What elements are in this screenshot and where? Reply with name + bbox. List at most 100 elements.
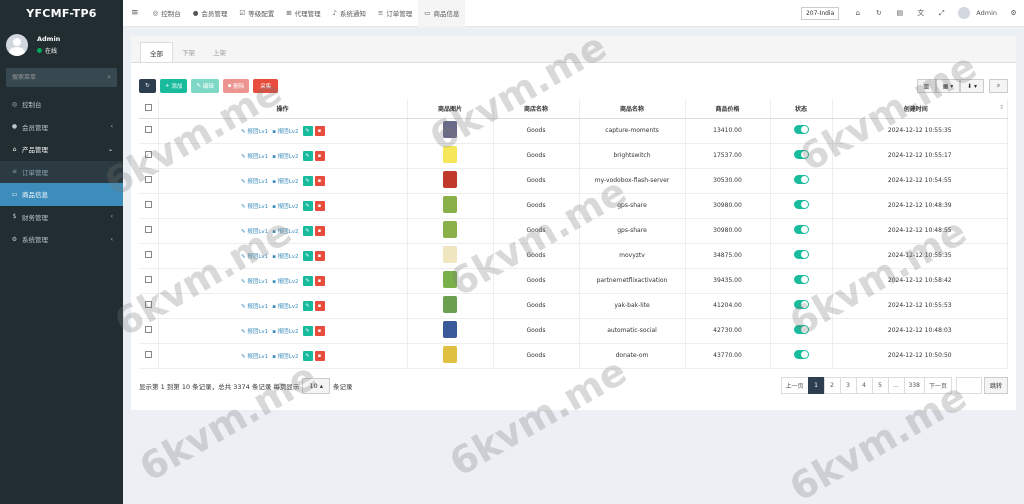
sidebar-item-3[interactable]: ≡ 订单管理: [0, 160, 123, 183]
status-toggle[interactable]: [793, 275, 809, 284]
op-lv1-link[interactable]: ✎ 报团Lv1: [241, 327, 268, 335]
edit-row-icon[interactable]: ✎: [302, 325, 313, 336]
delete-row-icon[interactable]: ▪: [314, 250, 325, 261]
op-lv1-link[interactable]: ✎ 报团Lv1: [241, 252, 268, 260]
page-link-1[interactable]: 1: [807, 377, 825, 394]
col-image[interactable]: 商品图片: [407, 99, 494, 119]
refresh-icon[interactable]: ↻: [868, 9, 889, 17]
brand-logo[interactable]: YFCMF-TP6: [0, 0, 123, 27]
goods-image[interactable]: [443, 296, 457, 313]
op-lv1-link[interactable]: ✎ 报团Lv1: [241, 152, 268, 160]
topbar-tab-2[interactable]: ☑ 等级配置: [233, 0, 280, 27]
row-checkbox[interactable]: [144, 301, 152, 308]
status-toggle[interactable]: [793, 350, 809, 359]
select-all-checkbox[interactable]: [144, 103, 152, 111]
edit-row-icon[interactable]: ✎: [302, 200, 313, 211]
status-toggle[interactable]: [793, 150, 809, 159]
page-link-8[interactable]: 下一页: [923, 377, 952, 394]
columns-button[interactable]: ▦ ▾: [936, 79, 960, 93]
row-checkbox[interactable]: [144, 326, 152, 333]
row-checkbox[interactable]: [144, 351, 152, 358]
col-shop-name[interactable]: 商店名称: [493, 99, 580, 119]
edit-row-icon[interactable]: ✎: [302, 350, 313, 361]
delete-row-icon[interactable]: ▪: [314, 300, 325, 311]
toggle-view-button[interactable]: ▥: [917, 79, 936, 93]
refresh-button[interactable]: ↻: [139, 79, 156, 93]
goods-image[interactable]: [443, 321, 457, 338]
op-lv2-link[interactable]: ▪ 报团Lv2: [272, 202, 298, 210]
page-jump-input[interactable]: [955, 377, 982, 394]
col-goods-name[interactable]: 商品名称: [579, 99, 686, 119]
goods-image[interactable]: [443, 221, 457, 238]
topbar-tab-3[interactable]: ⊞ 代理管理: [280, 0, 326, 27]
status-toggle[interactable]: [793, 325, 809, 334]
op-lv2-link[interactable]: ▪ 报团Lv2: [272, 327, 298, 335]
col-status[interactable]: 状态: [770, 99, 833, 119]
page-link-3[interactable]: 3: [839, 377, 857, 394]
op-lv1-link[interactable]: ✎ 报团Lv1: [241, 127, 268, 135]
goods-image[interactable]: [443, 146, 457, 163]
delete-row-icon[interactable]: ▪: [314, 200, 325, 211]
edit-row-icon[interactable]: ✎: [302, 300, 313, 311]
op-lv1-link[interactable]: ✎ 报团Lv1: [241, 277, 268, 285]
fullscreen-icon[interactable]: ⤢: [931, 9, 952, 18]
tab-online[interactable]: 上架: [204, 42, 235, 62]
edit-row-icon[interactable]: ✎: [302, 125, 313, 136]
delete-row-icon[interactable]: ▪: [314, 225, 325, 236]
page-link-5[interactable]: 5: [871, 377, 889, 394]
sidebar-search-input[interactable]: [12, 74, 92, 81]
row-checkbox[interactable]: [144, 276, 152, 283]
col-created-time[interactable]: 创建时间 ⇕: [832, 99, 1008, 119]
delete-row-icon[interactable]: ▪: [314, 350, 325, 361]
op-lv1-link[interactable]: ✎ 报团Lv1: [241, 302, 268, 310]
settings-icon[interactable]: ⚙: [1003, 9, 1024, 17]
page-link-7[interactable]: 338: [903, 377, 925, 394]
topbar-tab-5[interactable]: ≡ 订单管理: [372, 0, 418, 27]
add-button[interactable]: + 添加: [160, 79, 188, 93]
op-lv1-link[interactable]: ✎ 报团Lv1: [241, 227, 268, 235]
edit-row-icon[interactable]: ✎: [302, 225, 313, 236]
goods-image[interactable]: [443, 196, 457, 213]
op-lv2-link[interactable]: ▪ 报团Lv2: [272, 152, 298, 160]
topbar-user[interactable]: Admin: [958, 7, 997, 19]
goods-image[interactable]: [443, 271, 457, 288]
status-toggle[interactable]: [793, 125, 809, 134]
region-selector[interactable]: 207-India: [800, 6, 840, 20]
op-lv2-link[interactable]: ▪ 报团Lv2: [272, 227, 298, 235]
edit-row-icon[interactable]: ✎: [302, 175, 313, 186]
edit-row-icon[interactable]: ✎: [302, 275, 313, 286]
status-toggle[interactable]: [793, 225, 809, 234]
sidebar-item-2[interactable]: ⌂ 产品管理 ⌄: [0, 138, 123, 161]
op-lv2-link[interactable]: ▪ 报团Lv2: [272, 277, 298, 285]
goods-image[interactable]: [443, 121, 457, 138]
topbar-tab-6[interactable]: ▭ 商品信息: [418, 0, 466, 27]
status-toggle[interactable]: [793, 200, 809, 209]
menu-toggle-icon[interactable]: ≡: [123, 0, 147, 27]
op-lv2-link[interactable]: ▪ 报团Lv2: [272, 302, 298, 310]
trash-icon[interactable]: ▤: [889, 9, 910, 17]
home-icon[interactable]: ⌂: [847, 9, 868, 17]
op-lv2-link[interactable]: ▪ 报团Lv2: [272, 252, 298, 260]
op-lv2-link[interactable]: ▪ 报团Lv2: [272, 177, 298, 185]
edit-row-icon[interactable]: ✎: [302, 150, 313, 161]
op-lv1-link[interactable]: ✎ 报团Lv1: [241, 202, 268, 210]
search-button[interactable]: ⌕: [989, 79, 1008, 93]
collect-button[interactable]: 采集: [253, 79, 279, 93]
row-checkbox[interactable]: [144, 226, 152, 233]
tab-offline[interactable]: 下架: [173, 42, 204, 62]
status-toggle[interactable]: [793, 250, 809, 259]
sidebar-item-1[interactable]: ● 会员管理 ‹: [0, 116, 123, 139]
col-price[interactable]: 商品价格: [685, 99, 771, 119]
row-checkbox[interactable]: [144, 176, 152, 183]
page-jump-button[interactable]: 跳转: [983, 377, 1008, 394]
tab-all[interactable]: 全部: [140, 42, 173, 62]
topbar-tab-0[interactable]: ◎ 控制台: [147, 0, 187, 27]
col-operations[interactable]: 操作: [158, 99, 408, 119]
topbar-tab-4[interactable]: ♪ 系统通知: [327, 0, 372, 27]
delete-row-icon[interactable]: ▪: [314, 275, 325, 286]
page-link-4[interactable]: 4: [855, 377, 873, 394]
op-lv2-link[interactable]: ▪ 报团Lv2: [272, 127, 298, 135]
page-link-6[interactable]: ...: [887, 377, 905, 394]
goods-image[interactable]: [443, 246, 457, 263]
edit-button[interactable]: ✎ 编辑: [191, 79, 219, 93]
